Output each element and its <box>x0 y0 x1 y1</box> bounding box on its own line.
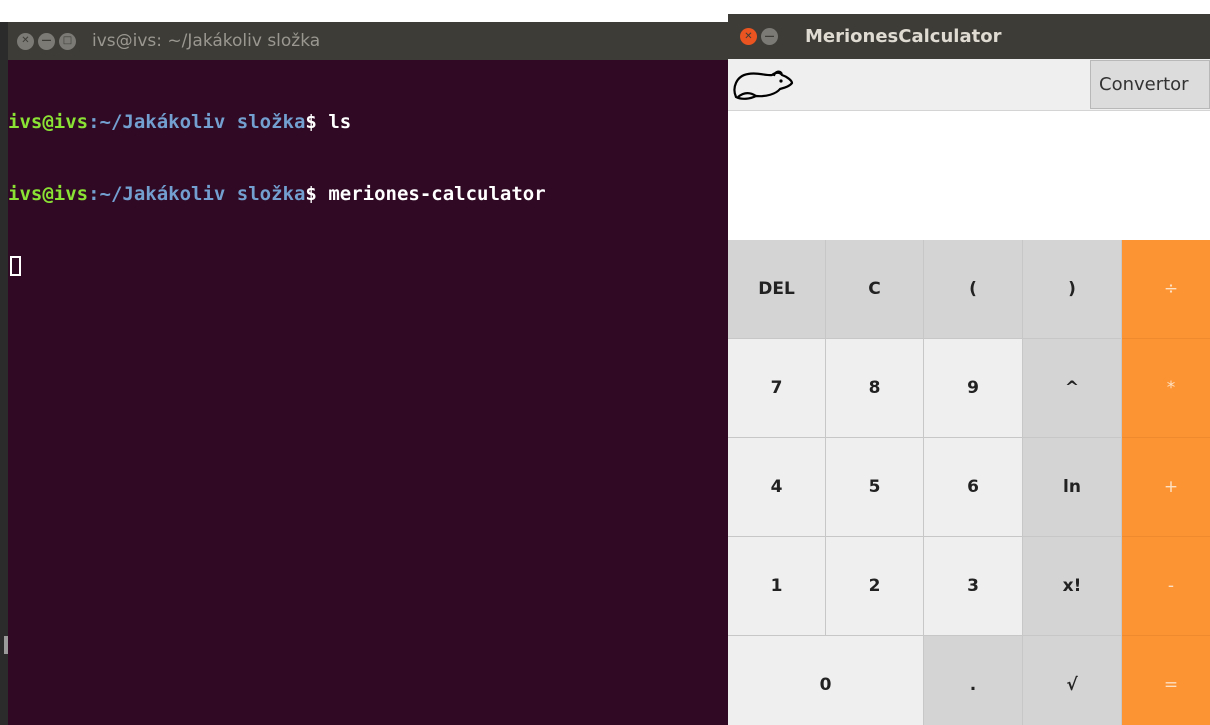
key-2[interactable]: 2 <box>826 537 924 636</box>
prompt-path: :~/Jakákoliv složka <box>88 111 306 133</box>
terminal-line: ivs@ivs:~/Jakákoliv složka$ ls <box>8 110 728 134</box>
close-icon[interactable]: ✕ <box>740 28 757 45</box>
command-text: meriones-calculator <box>316 183 546 205</box>
terminal-line: ivs@ivs:~/Jakákoliv složka$ meriones-cal… <box>8 182 728 206</box>
maximize-icon[interactable]: □ <box>59 32 76 50</box>
key-sqrt[interactable]: √ <box>1023 636 1122 725</box>
keypad: DEL C ( ) ÷ 7 8 9 ^ * 4 5 6 ln + 1 2 3 x… <box>728 240 1210 725</box>
key-clear[interactable]: C <box>826 240 924 339</box>
key-4[interactable]: 4 <box>728 438 826 537</box>
key-divide[interactable]: ÷ <box>1122 240 1210 339</box>
calculator-titlebar[interactable]: ✕ — MerionesCalculator <box>728 14 1210 59</box>
command-text: ls <box>316 111 352 133</box>
key-0[interactable]: 0 <box>728 636 924 725</box>
calculator-display <box>728 111 1210 240</box>
key-power[interactable]: ^ <box>1023 339 1122 438</box>
key-minus[interactable]: - <box>1122 537 1210 636</box>
key-del[interactable]: DEL <box>728 240 826 339</box>
launcher-edge <box>0 22 8 725</box>
key-3[interactable]: 3 <box>924 537 1023 636</box>
key-7[interactable]: 7 <box>728 339 826 438</box>
calculator-title: MerionesCalculator <box>805 26 1002 47</box>
terminal-output[interactable]: ivs@ivs:~/Jakákoliv složka$ ls ivs@ivs:~… <box>8 62 728 302</box>
close-icon[interactable]: ✕ <box>17 32 34 50</box>
key-decimal[interactable]: . <box>924 636 1023 725</box>
terminal-title: ivs@ivs: ~/Jakákoliv složka <box>92 31 321 51</box>
calculator-window[interactable]: ✕ — MerionesCalculator Convertor DEL C (… <box>728 14 1210 725</box>
convertor-button[interactable]: Convertor <box>1090 60 1210 109</box>
terminal-titlebar[interactable]: ✕ — □ ivs@ivs: ~/Jakákoliv složka <box>8 22 728 60</box>
key-6[interactable]: 6 <box>924 438 1023 537</box>
prompt-user: ivs@ivs <box>8 111 89 133</box>
key-1[interactable]: 1 <box>728 537 826 636</box>
prompt-symbol: $ <box>305 111 317 133</box>
terminal-cursor <box>10 256 21 276</box>
gerbil-logo-icon <box>733 70 794 100</box>
prompt-path: :~/Jakákoliv složka <box>88 183 306 205</box>
key-5[interactable]: 5 <box>826 438 924 537</box>
key-equals[interactable]: = <box>1122 636 1210 725</box>
prompt-symbol: $ <box>305 183 317 205</box>
key-factorial[interactable]: x! <box>1023 537 1122 636</box>
minimize-icon[interactable]: — <box>761 28 778 45</box>
prompt-user: ivs@ivs <box>8 183 89 205</box>
key-close-paren[interactable]: ) <box>1023 240 1122 339</box>
minimize-icon[interactable]: — <box>38 32 55 50</box>
key-9[interactable]: 9 <box>924 339 1023 438</box>
key-open-paren[interactable]: ( <box>924 240 1023 339</box>
terminal-line <box>8 254 728 278</box>
key-multiply[interactable]: * <box>1122 339 1210 438</box>
logo-area <box>794 61 1088 109</box>
key-ln[interactable]: ln <box>1023 438 1122 537</box>
key-plus[interactable]: + <box>1122 438 1210 537</box>
key-8[interactable]: 8 <box>826 339 924 438</box>
